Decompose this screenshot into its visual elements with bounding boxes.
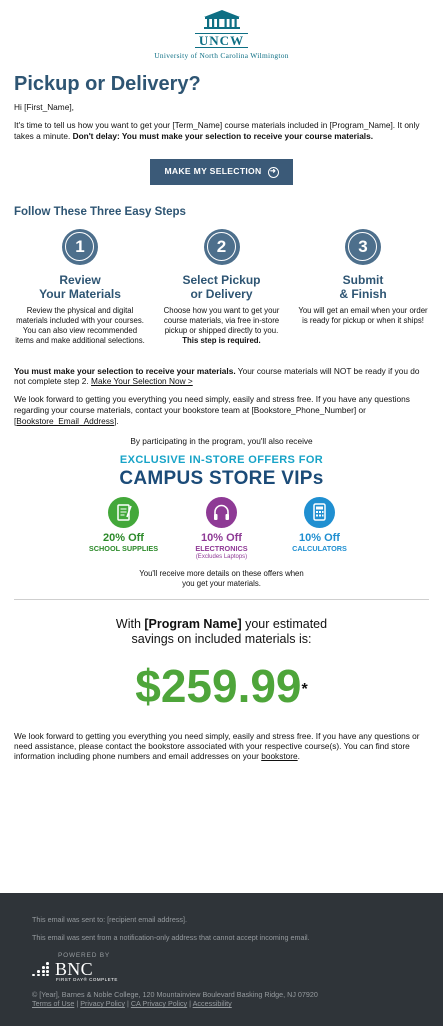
ca-privacy-link[interactable]: CA Privacy Policy xyxy=(131,999,187,1008)
bnc-dots-icon xyxy=(32,962,52,977)
greeting: Hi [First_Name], xyxy=(14,102,74,112)
vip-heading-top: EXCLUSIVE IN-STORE OFFERS FOR xyxy=(119,454,324,467)
terms-link[interactable]: Terms of Use xyxy=(32,999,74,1008)
uncw-logo: UNCW University of North Carolina Wilmin… xyxy=(14,0,429,60)
make-selection-label: MAKE MY SELECTION xyxy=(164,166,262,177)
contact-paragraph: We look forward to getting you everythin… xyxy=(14,394,410,426)
step-3: 3 Submit & Finish You will get an email w… xyxy=(297,228,429,346)
steps-list: 1 Review Your Materials Review the physic… xyxy=(14,228,429,346)
building-icon xyxy=(203,10,240,29)
offer-calculators: 10% Off CALCULATORS xyxy=(277,496,363,561)
steps-heading: Follow These Three Easy Steps xyxy=(14,205,186,218)
vip-heading-main: CAMPUS STORE VIPs xyxy=(119,467,324,489)
logo-text: UNCW xyxy=(194,32,249,48)
step-description: Choose how you want to get your course m… xyxy=(163,305,280,345)
savings-amount: $259.99* xyxy=(135,659,308,712)
accessibility-link[interactable]: Accessibility xyxy=(193,999,232,1008)
make-selection-link[interactable]: Make Your Selection Now > xyxy=(91,376,193,386)
notebook-icon xyxy=(108,496,139,528)
arrow-right-icon: ➜ xyxy=(267,166,279,178)
privacy-link[interactable]: Privacy Policy xyxy=(80,999,125,1008)
bnc-brand: BNC xyxy=(55,959,93,980)
step-number-badge: 3 xyxy=(345,228,381,265)
footer-copyright: © [Year], Barnes & Noble College, 120 Mo… xyxy=(32,990,318,999)
step-title: Review Your Materials xyxy=(39,272,121,301)
bnc-logo: BNC xyxy=(32,959,411,980)
step-required-note: This step is required. xyxy=(182,335,261,345)
step-number-badge: 1 xyxy=(62,228,98,265)
intro-paragraph: It's time to tell us how you want to get… xyxy=(14,120,429,142)
intro-bold: Don't delay: You must make your selectio… xyxy=(72,130,374,141)
make-selection-button[interactable]: MAKE MY SELECTION ➜ xyxy=(150,159,293,185)
step-title: Select Pickup or Delivery xyxy=(182,272,261,301)
vip-intro: By participating in the program, you'll … xyxy=(130,436,313,447)
step-description: Review the physical and digital material… xyxy=(15,305,145,345)
calculator-icon xyxy=(304,496,335,528)
step-number-badge: 2 xyxy=(203,228,240,265)
offers-details: You'll receive more details on these off… xyxy=(139,568,304,588)
footer-notice: This email was sent from a notification-… xyxy=(32,933,310,943)
closing-paragraph: We look forward to getting you everythin… xyxy=(14,730,420,762)
bookstore-email-link[interactable]: [Bookstore_Email_Address] xyxy=(14,416,116,426)
university-name: University of North Carolina Wilmington xyxy=(154,50,289,60)
footer-links: Terms of Use | Privacy Policy | CA Priva… xyxy=(32,999,232,1009)
step-2: 2 Select Pickup or Delivery Choose how yo… xyxy=(156,228,288,346)
offer-electronics: 10% Off ELECTRONICS (Excludes Laptops) xyxy=(179,496,265,561)
vip-offers: 20% Off SCHOOL SUPPLIES 10% Off ELECTRON… xyxy=(14,496,429,561)
divider xyxy=(14,598,429,600)
page-title: Pickup or Delivery? xyxy=(14,73,201,95)
offer-school-supplies: 20% Off SCHOOL SUPPLIES xyxy=(81,496,167,561)
step-1: 1 Review Your Materials Review the physic… xyxy=(14,228,146,346)
bnc-subtitle: FIRST DAY® COMPLETE xyxy=(56,977,118,983)
step-title: Submit & Finish xyxy=(339,272,387,301)
selection-warning: You must make your selection to receive … xyxy=(14,365,420,387)
savings-text: With [Program Name] your estimated savin… xyxy=(115,616,328,646)
footer-sent-to: This email was sent to: [recipient email… xyxy=(32,915,187,924)
headphones-icon xyxy=(206,496,237,528)
bookstore-link[interactable]: bookstore xyxy=(261,751,297,761)
footer: This email was sent to: [recipient email… xyxy=(0,893,443,1026)
step-description: You will get an email when your order is… xyxy=(298,305,428,325)
